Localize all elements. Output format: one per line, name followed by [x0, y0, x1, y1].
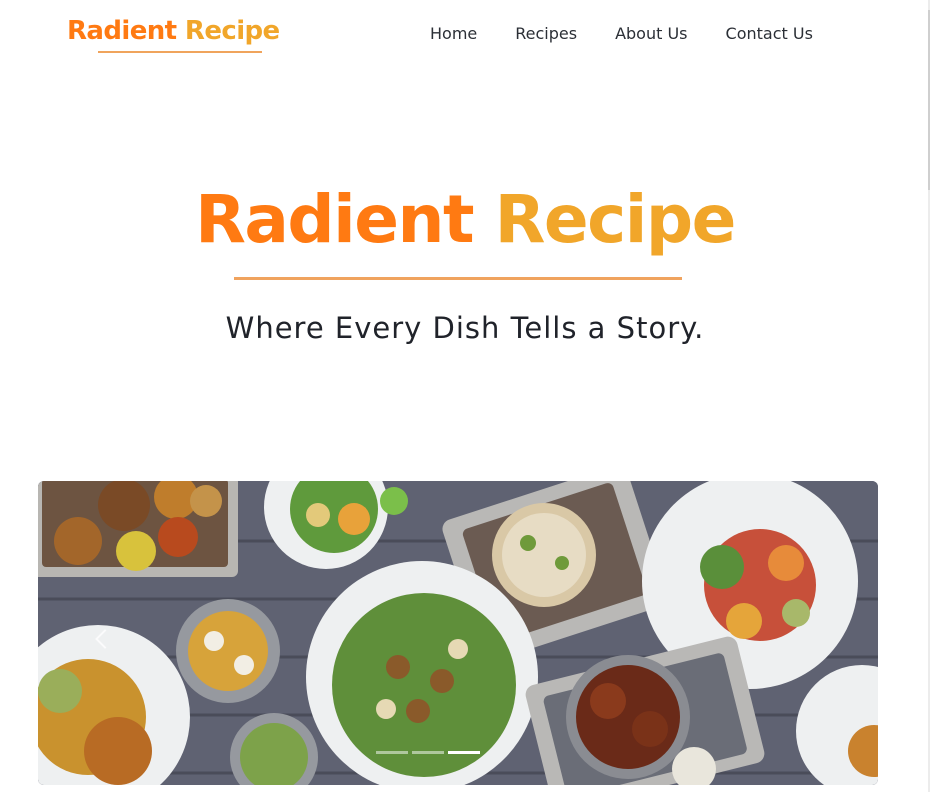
carousel-prev-button[interactable] [90, 620, 120, 660]
food-image-carousel[interactable] [38, 481, 878, 785]
carousel-slide-image [38, 481, 878, 785]
hero-title: Radient Recipe [195, 170, 737, 270]
hero-title-word-1: Radient [195, 181, 475, 258]
chevron-left-icon [95, 629, 115, 649]
nav-link-about[interactable]: About Us [615, 24, 687, 43]
hero-divider [234, 277, 682, 280]
nav-item-contact: Contact Us [726, 24, 813, 43]
brand-logo-link[interactable]: Radient Recipe [67, 14, 280, 53]
hero-section: Radient Recipe Where Every Dish Tells a … [0, 170, 930, 345]
navbar: Radient Recipe Home Recipes About Us Con… [0, 0, 930, 72]
carousel-indicator-3[interactable] [448, 751, 480, 754]
brand-underline [98, 51, 262, 53]
brand-word-2: Recipe [184, 16, 280, 46]
nav-item-home: Home [430, 24, 477, 43]
nav-link-recipes[interactable]: Recipes [515, 24, 577, 43]
nav-link-contact[interactable]: Contact Us [726, 24, 813, 43]
nav-item-recipes: Recipes [515, 24, 577, 43]
carousel-indicators [376, 751, 484, 754]
nav-menu: Home Recipes About Us Contact Us [430, 24, 851, 43]
hero-title-word-2: Recipe [494, 181, 737, 258]
nav-item-about: About Us [615, 24, 687, 43]
brand-logo-text: Radient Recipe [67, 14, 280, 48]
carousel-indicator-1[interactable] [376, 751, 408, 754]
carousel-indicator-2[interactable] [412, 751, 444, 754]
nav-link-home[interactable]: Home [430, 24, 477, 43]
brand-word-1: Radient [67, 16, 177, 46]
hero-tagline: Where Every Dish Tells a Story. [225, 311, 705, 345]
